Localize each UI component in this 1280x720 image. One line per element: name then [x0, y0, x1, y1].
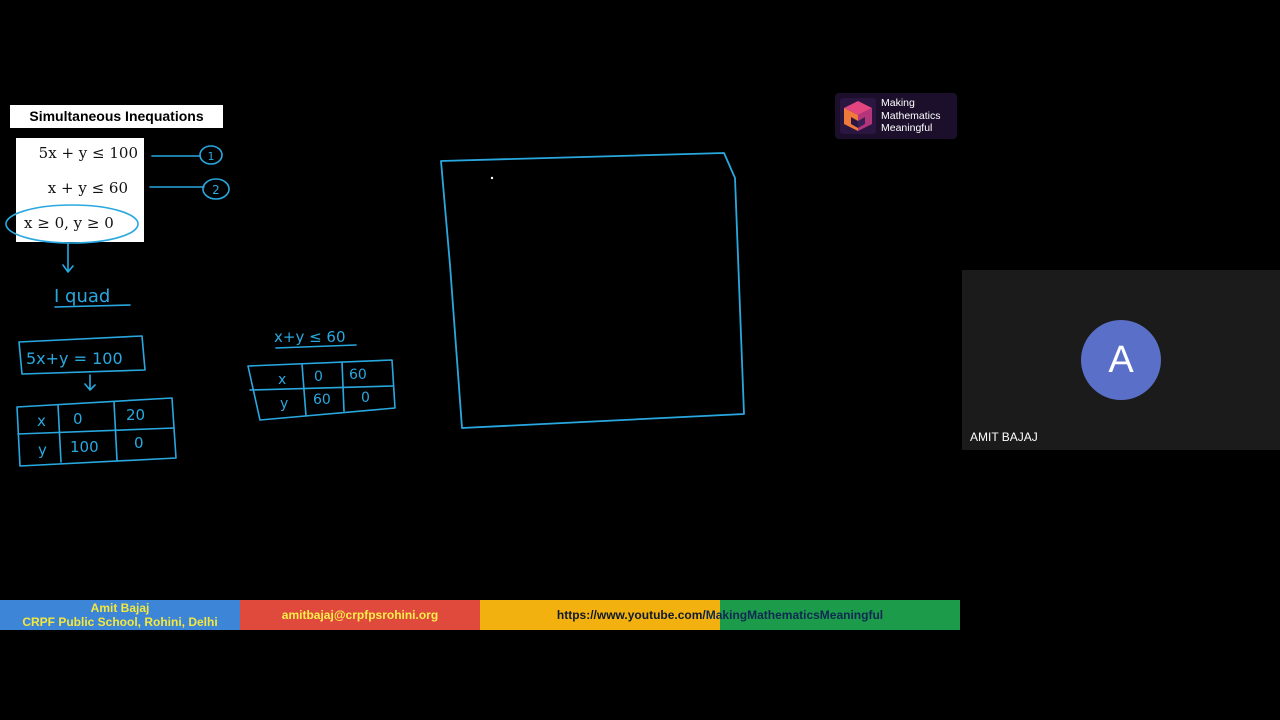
- participant-name: AMIT BAJAJ: [970, 430, 1038, 444]
- screen: Simultaneous Inequations 5x + y ≤ 100 x …: [0, 0, 1280, 720]
- cube-logo-icon: [839, 97, 877, 135]
- participant-avatar: A: [1081, 320, 1161, 400]
- footer-school: CRPF Public School, Rohini, Delhi: [22, 615, 218, 629]
- slide-title: Simultaneous Inequations: [10, 105, 223, 128]
- logo-line-3: Meaningful: [881, 122, 933, 135]
- footer-youtube-link: https://www.youtube.com/MakingMathematic…: [480, 600, 960, 630]
- footer-url-part2: MakingMathematicsMeaningful: [705, 608, 884, 622]
- equation-3: x ≥ 0, y ≥ 0: [24, 214, 114, 232]
- footer-name: Amit Bajaj: [90, 601, 150, 615]
- participant-tile[interactable]: A AMIT BAJAJ: [962, 270, 1280, 450]
- equation-1: 5x + y ≤ 100: [38, 144, 138, 162]
- footer-url-part1: https://www.youtube.com/: [556, 608, 706, 622]
- logo-wordmark: Making Mathematics Meaningful: [881, 97, 941, 135]
- logo-line-1: Making: [881, 97, 915, 110]
- logo-line-2: Mathematics: [881, 109, 941, 122]
- whiteboard-canvas[interactable]: [0, 90, 960, 630]
- equations-panel: 5x + y ≤ 100 x + y ≤ 60 x ≥ 0, y ≥ 0: [16, 138, 144, 242]
- footer-email: amitbajaj@crpfpsrohini.org: [240, 600, 480, 630]
- brand-logo: Making Mathematics Meaningful: [835, 93, 957, 139]
- footer-email-text: amitbajaj@crpfpsrohini.org: [281, 608, 439, 622]
- equation-2: x + y ≤ 60: [47, 179, 128, 197]
- footer-author: Amit Bajaj CRPF Public School, Rohini, D…: [0, 600, 240, 630]
- footer-banner: Amit Bajaj CRPF Public School, Rohini, D…: [0, 600, 960, 630]
